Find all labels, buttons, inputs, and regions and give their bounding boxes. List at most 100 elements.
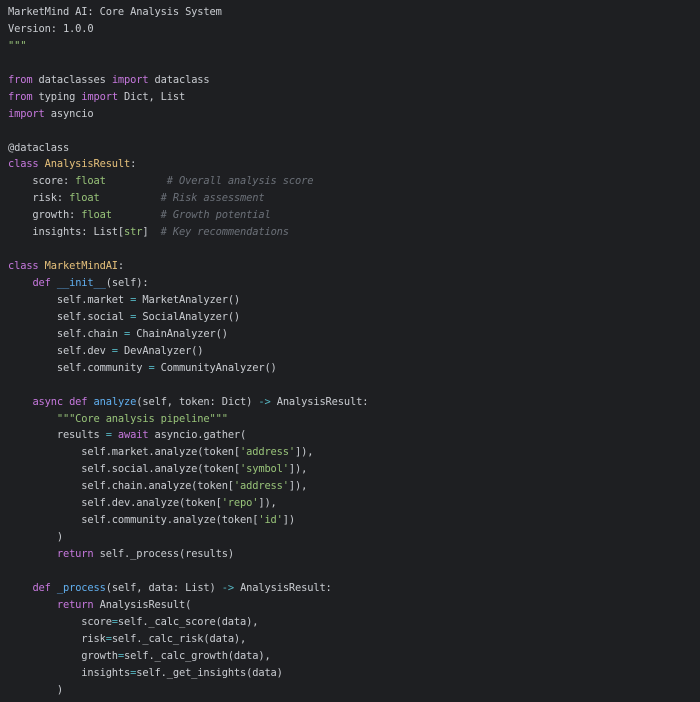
code-token: self.market.analyze(token[ <box>8 446 241 459</box>
code-token: self._process(results) <box>93 548 234 560</box>
code-token: self.dev.analyze(token[ <box>8 497 222 510</box>
code-token: self._calc_score(data), <box>117 615 259 628</box>
code-token: ]), <box>288 463 308 476</box>
code-token: growth: <box>8 209 82 222</box>
code-line: growth: float # Growth potential <box>8 207 368 224</box>
code-token: async <box>32 395 63 408</box>
code-token: risk: <box>8 192 70 205</box>
code-line: self.dev.analyze(token['repo']), <box>8 495 368 512</box>
code-token: DevAnalyzer() <box>117 344 204 357</box>
code-token: AnalysisResult: <box>233 581 332 594</box>
code-token: def <box>69 395 88 408</box>
code-line: insights: List[str] # Key recommendation… <box>8 224 368 241</box>
code-line: self.chain.analyze(token['address']), <box>8 478 368 495</box>
code-token: ] <box>142 226 161 239</box>
code-token: CommunityAnalyzer() <box>154 361 277 374</box>
code-token: Version: 1.0.0 <box>8 22 94 35</box>
code-token: # Growth potential <box>160 209 271 222</box>
code-token: self._calc_risk(data), <box>111 632 247 645</box>
code-token: 'address' <box>240 446 295 459</box>
code-line: return self._process(results) <box>8 546 368 563</box>
code-token: ]), <box>258 497 277 510</box>
code-token: float <box>69 192 100 205</box>
code-token: insights <box>8 666 131 679</box>
code-line: self.community.analyze(token['id']) <box>8 512 368 529</box>
code-line: ) <box>8 529 368 546</box>
code-token: self.community <box>8 361 149 374</box>
code-line: class MarketMindAI: <box>8 258 368 275</box>
code-token: return <box>56 598 94 611</box>
code-token: typing <box>32 90 82 103</box>
code-token: self.chain <box>8 327 125 340</box>
code-token: import <box>111 73 149 86</box>
code-line: async def analyze(self, token: Dict) -> … <box>8 394 368 411</box>
code-line: ) <box>8 682 368 699</box>
code-token: ) <box>8 531 63 544</box>
code-line: def _process(self, data: List) -> Analys… <box>8 580 368 597</box>
code-line: """Core analysis pipeline""" <box>8 411 368 428</box>
code-token: from <box>8 90 33 103</box>
code-token: SocialAnalyzer() <box>136 310 241 323</box>
code-token: def <box>32 277 51 289</box>
code-token: @dataclass <box>8 141 70 154</box>
code-line: growth=self._calc_growth(data), <box>8 648 368 665</box>
code-token: AnalysisResult( <box>93 598 192 611</box>
code-token: ]), <box>294 446 314 459</box>
code-line: self.chain = ChainAnalyzer() <box>8 326 368 343</box>
code-line: return AnalysisResult( <box>8 597 368 614</box>
code-token: dataclasses <box>32 73 112 86</box>
code-token: class <box>8 260 39 273</box>
code-token: -> <box>221 581 234 594</box>
code-line: class AnalysisResult: <box>8 156 368 173</box>
code-block[interactable]: MarketMind AI: Core Analysis System Versi… <box>8 4 368 698</box>
code-token: self.social.analyze(token[ <box>8 463 241 476</box>
code-token: float <box>75 175 106 188</box>
code-line: self.social = SocialAnalyzer() <box>8 309 368 326</box>
code-token: class <box>8 158 39 171</box>
code-token: self.dev <box>8 344 112 357</box>
code-token: analyze <box>93 395 137 408</box>
code-token: ]) <box>282 514 295 527</box>
code-token: asyncio <box>44 107 94 120</box>
code-token: AnalysisResult: <box>270 395 369 408</box>
code-token: asyncio.gather( <box>148 429 247 442</box>
code-line: import asyncio <box>8 106 368 123</box>
code-line: insights=self._get_insights(data) <box>8 665 368 682</box>
code-token: dataclass <box>148 73 210 86</box>
code-line: self.social.analyze(token['symbol']), <box>8 461 368 478</box>
code-token: score: <box>8 175 76 188</box>
code-token: Dict, List <box>117 90 186 103</box>
code-line: MarketMind AI: Core Analysis System <box>8 4 368 21</box>
code-token: (self, token: Dict) <box>136 395 259 408</box>
code-line: self.market.analyze(token['address']), <box>8 444 368 461</box>
code-token: results <box>8 429 106 442</box>
code-line: @dataclass <box>8 140 368 157</box>
code-token: MarketMind AI: Core Analysis System <box>8 6 222 18</box>
code-token: -> <box>258 395 271 408</box>
code-token: risk <box>8 632 106 645</box>
code-token: self.chain.analyze(token[ <box>8 480 234 493</box>
code-token: float <box>81 209 112 222</box>
code-line: risk=self._calc_risk(data), <box>8 631 368 648</box>
code-line: def __init__(self): <box>8 275 368 292</box>
code-line: from dataclasses import dataclass <box>8 72 368 89</box>
code-token: _process <box>56 581 106 594</box>
code-token: (self): <box>105 277 149 289</box>
code-token: 'repo' <box>221 497 259 510</box>
code-line: Version: 1.0.0 <box>8 21 368 38</box>
code-editor[interactable]: MarketMind AI: Core Analysis System Versi… <box>0 0 700 702</box>
code-token: growth <box>8 649 118 662</box>
code-line: risk: float # Risk assessment <box>8 190 368 207</box>
code-token: # Key recommendations <box>160 226 289 239</box>
code-token: MarketAnalyzer() <box>136 293 241 306</box>
